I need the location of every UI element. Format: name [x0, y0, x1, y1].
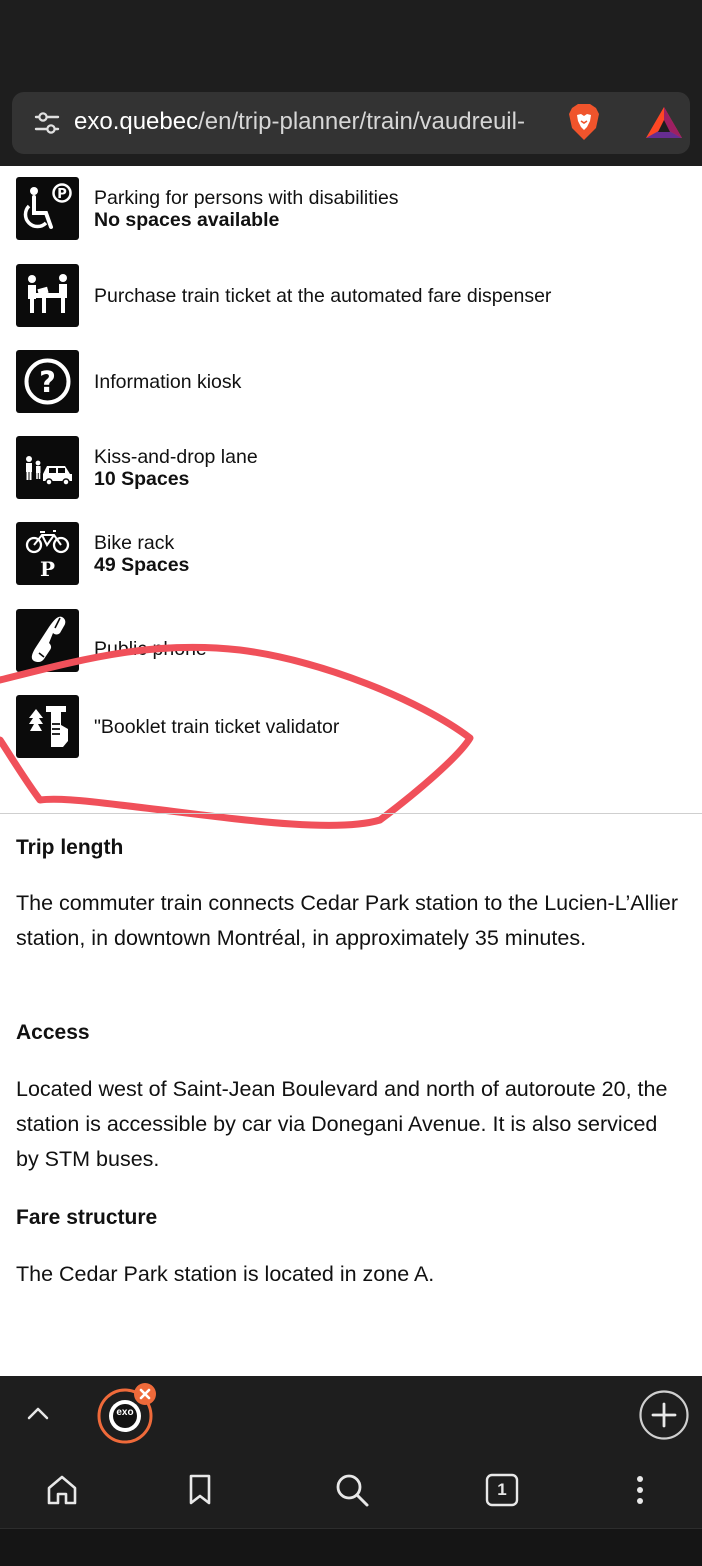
ticket-counter-icon [16, 264, 79, 327]
question-mark-icon: ? [16, 350, 79, 413]
ticket-validator-icon [16, 695, 79, 758]
section-title-fare-structure: Fare structure [16, 1206, 158, 1229]
kiss-and-drop-icon [16, 436, 79, 499]
close-icon [139, 1388, 151, 1400]
amenity-label: Bike rack [94, 531, 175, 554]
browser-bottom-nav: 1 [0, 1456, 702, 1528]
amenity-label: Purchase train ticket at the automated f… [94, 284, 552, 307]
amenity-item-disabled-parking: P Parking for persons with disabilities … [16, 177, 676, 241]
amenity-item-public-phone: Public phone [16, 609, 676, 673]
amenity-capacity: 10 Spaces [94, 467, 190, 490]
amenity-capacity: No spaces available [94, 208, 280, 231]
search-icon [336, 1474, 369, 1507]
section-title-access: Access [16, 1021, 90, 1044]
bike-parking-icon: P [16, 522, 79, 585]
tab-count: 1 [497, 1480, 507, 1499]
section-divider [0, 813, 702, 814]
svg-text:P: P [40, 557, 55, 581]
site-settings-icon[interactable] [34, 110, 60, 136]
home-button[interactable] [40, 1468, 84, 1512]
expand-tabs-button[interactable] [16, 1391, 60, 1435]
more-vertical-icon [637, 1476, 643, 1504]
address-bar[interactable]: exo.quebec/en/trip-planner/train/vaudreu… [12, 92, 690, 154]
tab-exo[interactable]: exo [96, 1383, 156, 1445]
close-tab-button[interactable] [134, 1383, 156, 1405]
amenity-label: Kiss-and-drop lane [94, 445, 258, 468]
amenity-item-kiss-and-drop: Kiss-and-drop lane 10 Spaces [16, 436, 676, 500]
amenity-item-fare-dispenser: Purchase train ticket at the automated f… [16, 264, 676, 328]
tab-switcher-button[interactable]: 1 [480, 1468, 524, 1512]
home-icon [47, 1475, 77, 1505]
wheelchair-parking-icon: P [16, 177, 79, 240]
amenity-label: Information kiosk [94, 370, 242, 393]
amenity-item-information-kiosk: ? Information kiosk [16, 350, 676, 414]
amenity-label: Parking for persons with disabilities [94, 186, 399, 209]
tab-strip: exo [0, 1376, 702, 1456]
amenity-capacity: 49 Spaces [94, 553, 190, 576]
svg-text:?: ? [39, 365, 56, 399]
url-host: exo.quebec [74, 108, 199, 135]
section-body-access: Located west of Saint-Jean Boulevard and… [16, 1077, 668, 1171]
plus-circle-icon [639, 1390, 689, 1440]
exo-favicon-text: exo [116, 1407, 134, 1418]
section-body-trip-length: The commuter train connects Cedar Park s… [16, 891, 679, 950]
system-navigation-bar [0, 1528, 702, 1566]
section-title-trip-length: Trip length [16, 836, 124, 859]
amenity-label: Public phone [94, 637, 207, 660]
new-tab-button[interactable] [638, 1389, 690, 1441]
browser-top-bar: exo.quebec/en/trip-planner/train/vaudreu… [0, 0, 702, 166]
url-path: /en/trip-planner/train/vaudreuil- [198, 108, 525, 135]
menu-button[interactable] [618, 1468, 662, 1512]
bookmark-icon [189, 1474, 211, 1505]
amenity-item-ticket-validator: "Booklet train ticket validator [16, 695, 676, 759]
amenity-label: "Booklet train ticket validator [94, 715, 340, 738]
chevron-up-icon [27, 1407, 49, 1420]
section-body-fare-structure: The Cedar Park station is located in zon… [16, 1262, 435, 1286]
svg-text:P: P [57, 187, 67, 202]
brave-shields-icon[interactable] [566, 102, 602, 142]
rewards-triangle-icon[interactable] [644, 104, 684, 142]
bookmarks-button[interactable] [178, 1468, 222, 1512]
phone-icon [16, 609, 79, 672]
amenity-item-bike-rack: P Bike rack 49 Spaces [16, 522, 676, 586]
url-text[interactable]: exo.quebec/en/trip-planner/train/vaudreu… [74, 106, 564, 138]
search-button[interactable] [330, 1468, 374, 1512]
